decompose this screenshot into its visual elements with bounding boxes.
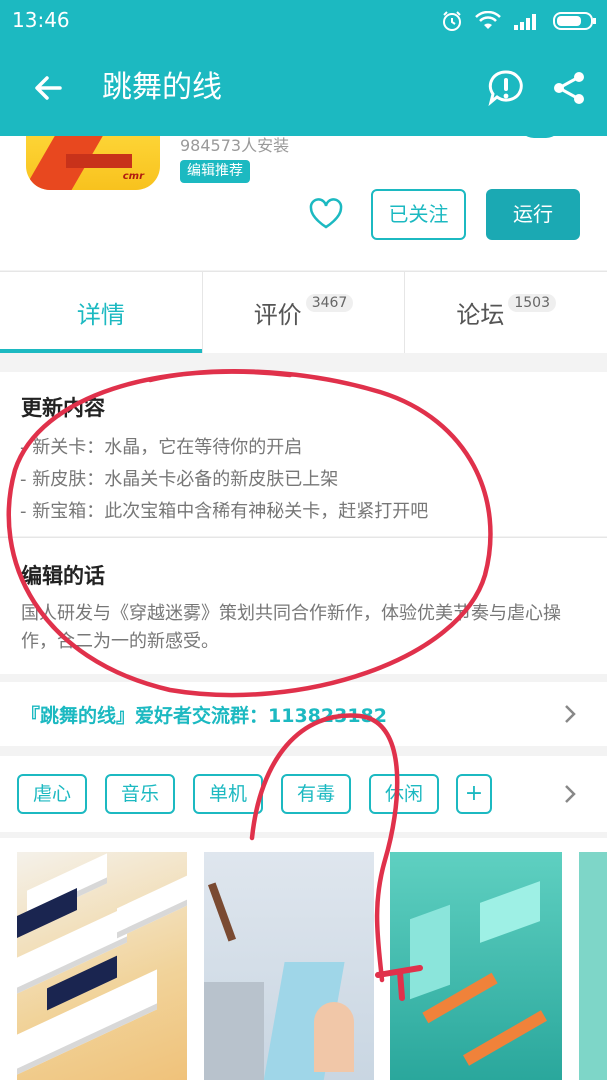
tab-reviews[interactable]: 评价 3467: [203, 272, 406, 353]
update-line: - 新皮肤：水晶关卡必备的新皮肤已上架: [20, 469, 339, 490]
tag-chip[interactable]: 音乐: [105, 774, 175, 814]
tab-label: 论坛: [456, 301, 505, 329]
update-line: - 新宝箱：此次宝箱中含稀有神秘关卡，赶紧打开吧: [20, 501, 429, 522]
fan-group-label: 『跳舞的线』爱好者交流群：113823182: [21, 705, 387, 727]
status-time: 13:46: [12, 8, 70, 32]
followed-button[interactable]: 已关注: [371, 189, 466, 240]
tags-row: 虐心 音乐 单机 有毒 休闲 +: [0, 756, 607, 832]
add-tag-button[interactable]: +: [456, 774, 492, 814]
tab-label: 详情: [76, 301, 125, 329]
editor-title: 编辑的话: [21, 564, 105, 588]
screenshot-strip: [0, 838, 607, 1080]
forum-count-badge: 1503: [508, 293, 556, 312]
page-title: 跳舞的线: [102, 70, 222, 105]
tag-chip[interactable]: 单机: [193, 774, 263, 814]
status-icons: [441, 8, 597, 34]
update-line: - 新关卡：水晶，它在等待你的开启: [20, 437, 303, 458]
screenshot-image[interactable]: [17, 852, 187, 1080]
screenshot-image[interactable]: [390, 852, 562, 1080]
screenshot-image[interactable]: [204, 852, 374, 1080]
app-icon-logo: cmr: [122, 171, 144, 182]
update-section: 更新内容 - 新关卡：水晶，它在等待你的开启 - 新皮肤：水晶关卡必备的新皮肤已…: [0, 372, 607, 536]
favorite-heart-icon[interactable]: [308, 198, 344, 230]
download-progress-circle: [518, 122, 562, 138]
alarm-icon: [443, 11, 461, 31]
tab-label: 评价: [253, 301, 302, 329]
reviews-count-badge: 3467: [305, 293, 354, 312]
app-header: cmr 984573人安装 编辑推荐 已关注 运行: [0, 122, 607, 270]
screenshot-image[interactable]: [579, 852, 607, 1080]
editor-text: 国人研发与《穿越迷雾》策划共同合作新作，体验优美节奏与虐心操作，合二为一的新感受…: [21, 603, 561, 652]
signal-icon: [514, 14, 536, 30]
tag-chip[interactable]: 休闲: [369, 774, 439, 814]
tag-chip[interactable]: 虐心: [17, 774, 87, 814]
battery-icon: [553, 12, 596, 30]
update-title: 更新内容: [21, 396, 105, 420]
install-count: 984573人安装: [180, 136, 290, 155]
tag-chip[interactable]: 有毒: [281, 774, 351, 814]
app-bar: 跳舞的线: [0, 44, 607, 136]
status-bar: 13:46: [0, 0, 607, 44]
chevron-right-icon[interactable]: [560, 784, 580, 804]
chevron-right-icon: [565, 705, 576, 723]
tab-forum[interactable]: 论坛 1503: [405, 272, 607, 353]
app-icon: cmr: [26, 136, 160, 190]
tab-details[interactable]: 详情: [0, 272, 203, 353]
run-button[interactable]: 运行: [486, 189, 580, 240]
wifi-icon: [475, 11, 501, 29]
back-arrow-icon[interactable]: [28, 68, 68, 108]
tab-bar: 详情 评价 3467 论坛 1503: [0, 271, 607, 353]
fan-group-row[interactable]: 『跳舞的线』爱好者交流群：113823182: [0, 682, 607, 746]
share-icon[interactable]: [549, 68, 589, 108]
editor-section: 编辑的话 国人研发与《穿越迷雾》策划共同合作新作，体验优美节奏与虐心操作，合二为…: [0, 537, 607, 674]
editor-pick-badge: 编辑推荐: [180, 160, 250, 183]
report-icon[interactable]: [486, 68, 526, 108]
